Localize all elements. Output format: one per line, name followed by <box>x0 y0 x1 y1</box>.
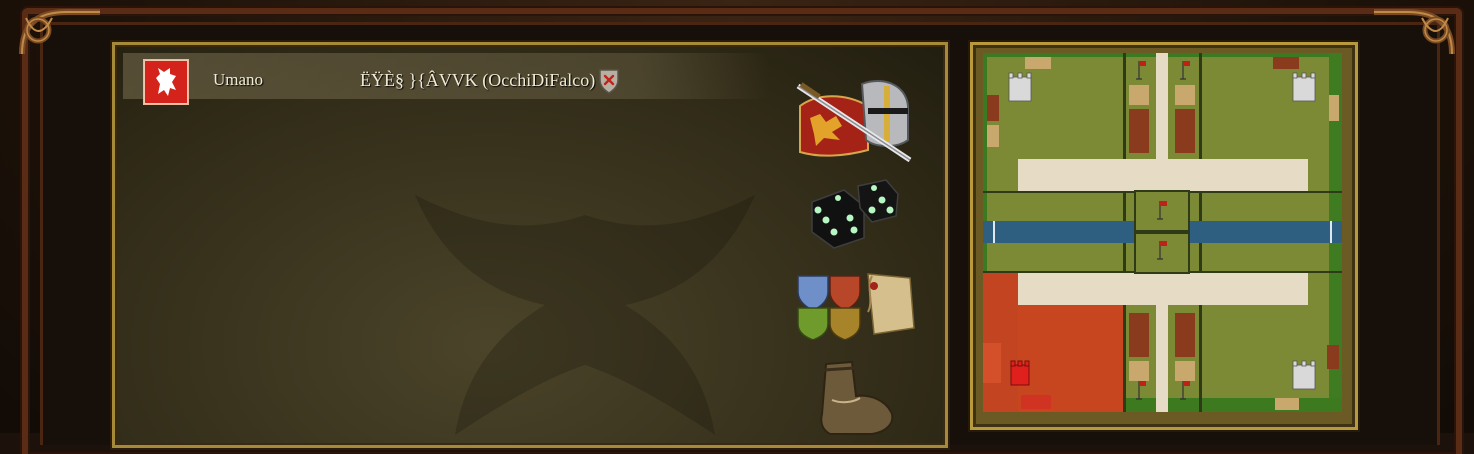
knight-helmet-sword-icon <box>796 80 912 163</box>
army-button[interactable] <box>796 76 914 164</box>
teams-button[interactable] <box>794 270 918 340</box>
dice-icon <box>811 179 899 249</box>
castle-icon <box>1008 72 1032 102</box>
shield-x-icon[interactable] <box>598 68 620 94</box>
minimap[interactable] <box>983 53 1342 412</box>
castle-icon <box>1292 360 1316 390</box>
celtic-knot-corner-icon <box>19 9 100 55</box>
castle-icon <box>1292 72 1316 102</box>
boot-button[interactable] <box>814 360 896 440</box>
team-shields-icon <box>797 273 915 340</box>
player-name-label: ËŸÈ§ }{ÂVVK (OcchiDiFalco) <box>360 70 596 90</box>
player-faction-label: Umano <box>213 70 264 89</box>
dice-button[interactable] <box>806 176 900 250</box>
lion-rampant-icon <box>143 59 189 105</box>
boot-icon <box>820 360 894 435</box>
eagle-emboss-icon <box>415 195 755 435</box>
celtic-knot-corner-icon <box>1374 9 1455 55</box>
castle-icon <box>1010 360 1030 386</box>
